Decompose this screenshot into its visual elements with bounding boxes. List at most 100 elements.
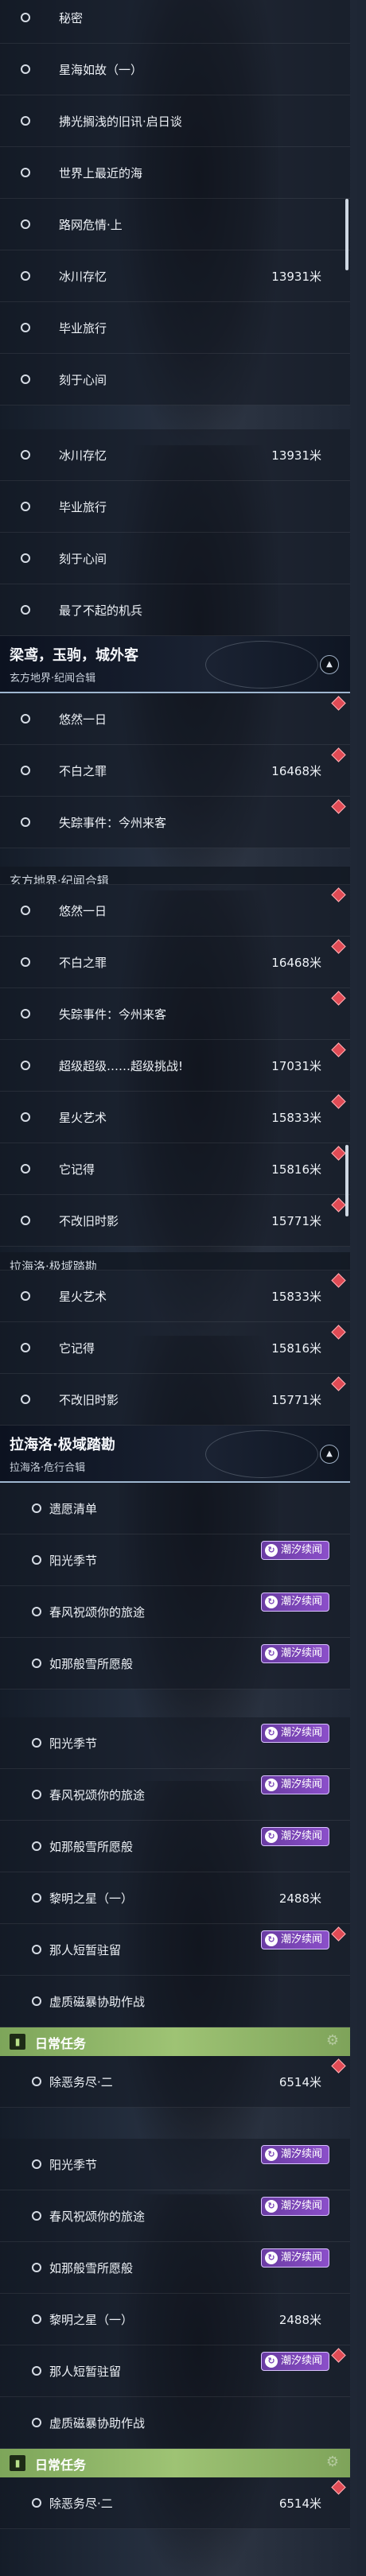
gear-icon: ⚙ xyxy=(325,2454,339,2470)
quest-row[interactable]: 遗愿清单 xyxy=(0,1483,350,1534)
quest-row[interactable]: 阳光季节 ↻ 潮汐续闻 xyxy=(0,2139,350,2190)
quest-row[interactable]: 如那般雪所愿般 ↻ 潮汐续闻 xyxy=(0,1821,350,1872)
quest-row[interactable]: 如那般雪所愿般 ↻ 潮汐续闻 xyxy=(0,2242,350,2294)
quest-row[interactable]: 除恶务尽·二 6514米 xyxy=(0,2477,350,2529)
partial-header-text: 玄方地界·纪闻合辑 xyxy=(10,874,109,885)
quest-title: 不改旧时影 xyxy=(59,1393,119,1407)
quest-group-header[interactable]: 拉海洛·极域踏勘 拉海洛·危行合辑 ▲ xyxy=(0,1426,350,1483)
quest-row[interactable]: 春风祝颂你的旅途 ↻ 潮汐续闻 xyxy=(0,1586,350,1638)
quest-row[interactable]: 世界上最近的海 xyxy=(0,147,350,199)
refresh-icon: ↻ xyxy=(264,1596,278,1608)
quest-row[interactable]: 除恶务尽·二 6514米 xyxy=(0,2056,350,2108)
badge-label: 潮汐续闻 xyxy=(280,1830,322,1842)
tracking-marker-icon xyxy=(331,696,346,711)
badge-label: 潮汐续闻 xyxy=(280,2355,322,2367)
quest-title: 它记得 xyxy=(59,1341,95,1356)
quest-status-circle-icon xyxy=(21,168,30,177)
quest-row[interactable]: 不改旧时影 15771米 xyxy=(0,1374,350,1426)
scrollbar[interactable] xyxy=(345,1145,348,1216)
quest-distance: 17031米 xyxy=(271,1059,321,1073)
quest-row[interactable]: 阳光季节 ↻ 潮汐续闻 xyxy=(0,1534,350,1586)
quest-title: 星海如故（一） xyxy=(59,63,143,77)
quest-row[interactable]: 黎明之星（一） 2488米 xyxy=(0,1872,350,1924)
quest-list-screen-3: 玄方地界·纪闻合辑 悠然一日 不白之罪 16468米 失踪事件：今州来客 超级超级……超级… xyxy=(0,867,350,1248)
badge-label: 潮汐续闻 xyxy=(280,2148,322,2160)
quest-list-screen-5: 阳光季节 ↻ 潮汐续闻 春风祝颂你的旅途 ↻ 潮汐续闻 如那般雪所愿般 ↻ 潮汐续闻 黎明之星（一… xyxy=(0,1717,350,2139)
quest-title: 虚质磁暴协助作战 xyxy=(49,2416,146,2431)
refresh-icon: ↻ xyxy=(264,1647,278,1660)
partial-header-text: 拉海洛·极域踏勘 xyxy=(10,1259,97,1271)
refresh-icon: ↻ xyxy=(264,2355,278,2368)
quest-row[interactable]: 那人短暂驻留 ↻ 潮汐续闻 xyxy=(0,1924,350,1976)
quest-distance: 13931米 xyxy=(271,270,321,284)
quest-row[interactable]: 拂光搁浅的旧讯·启日谈 xyxy=(0,95,350,147)
group-title: 梁鸢，玉驹，城外客 xyxy=(10,647,138,664)
quest-row[interactable]: 冰川存忆 13931米 xyxy=(0,250,350,302)
quest-title: 春风祝颂你的旅途 xyxy=(49,1605,146,1620)
quest-row[interactable]: 它记得 15816米 xyxy=(0,1143,350,1195)
quest-row[interactable]: 秘密 xyxy=(0,0,350,44)
quest-row[interactable]: 如那般雪所愿般 ↻ 潮汐续闻 xyxy=(0,1638,350,1690)
quest-status-circle-icon xyxy=(21,13,30,22)
quest-row[interactable]: 星海如故（一） xyxy=(0,44,350,95)
quest-status-circle-icon xyxy=(32,2314,41,2324)
daily-quests-header[interactable]: ▮ 日常任务 ⚙ xyxy=(0,2449,350,2477)
quest-row[interactable]: 失踪事件：今州来客 xyxy=(0,988,350,1040)
quest-row[interactable]: 毕业旅行 xyxy=(0,302,350,354)
quest-title: 除恶务尽·二 xyxy=(49,2075,113,2089)
badge-label: 潮汐续闻 xyxy=(280,1596,322,1608)
badge-label: 潮汐续闻 xyxy=(280,1779,322,1790)
quest-status-circle-icon xyxy=(32,2077,41,2086)
quest-row[interactable]: 路网危情·上 xyxy=(0,199,350,250)
quest-row[interactable]: 星火艺术 15833米 xyxy=(0,1092,350,1143)
quest-row[interactable]: 最了不起的机兵 xyxy=(0,584,350,636)
quest-status-circle-icon xyxy=(32,2498,41,2508)
tide-sequel-badge: ↻ 潮汐续闻 xyxy=(260,1775,329,1794)
tracking-marker-icon xyxy=(331,1325,346,1340)
partial-header: 玄方地界·纪闻合辑 xyxy=(0,867,350,885)
quest-row[interactable]: 悠然一日 xyxy=(0,693,350,745)
quest-group-header[interactable]: 梁鸢，玉驹，城外客 玄方地界·纪闻合辑 ▲ xyxy=(0,636,350,693)
quest-distance: 2488米 xyxy=(278,2313,321,2327)
collapse-button[interactable]: ▲ xyxy=(320,655,339,674)
quest-row[interactable]: 超级超级……超级挑战! 17031米 xyxy=(0,1040,350,1092)
quest-title: 阳光季节 xyxy=(49,2158,98,2172)
quest-row[interactable]: 那人短暂驻留 ↻ 潮汐续闻 xyxy=(0,2345,350,2397)
tracking-marker-icon xyxy=(331,1376,346,1391)
daily-title: 日常任务 xyxy=(35,2458,87,2473)
quest-title: 如那般雪所愿般 xyxy=(49,2261,134,2275)
quest-row[interactable]: 不白之罪 16468米 xyxy=(0,745,350,797)
quest-title: 超级超级……超级挑战! xyxy=(59,1059,184,1073)
tracking-marker-icon xyxy=(331,1273,346,1288)
quest-row[interactable]: 春风祝颂你的旅途 ↻ 潮汐续闻 xyxy=(0,1769,350,1821)
scrollbar[interactable] xyxy=(345,199,348,270)
quest-row[interactable]: 不白之罪 16468米 xyxy=(0,937,350,988)
tide-sequel-badge: ↻ 潮汐续闻 xyxy=(260,2248,329,2268)
quest-title: 黎明之星（一） xyxy=(49,1891,134,1906)
quest-row[interactable]: 虚质磁暴协助作战 xyxy=(0,1976,350,2027)
collapse-button[interactable]: ▲ xyxy=(320,1445,339,1464)
quest-status-circle-icon xyxy=(32,2159,41,2169)
quest-row[interactable]: 刻于心间 xyxy=(0,354,350,405)
tide-sequel-badge: ↻ 潮汐续闻 xyxy=(260,1644,329,1663)
quest-row[interactable]: 不改旧时影 15771米 xyxy=(0,1195,350,1247)
quest-row[interactable]: 刻于心间 xyxy=(0,533,350,584)
tide-sequel-badge: ↻ 潮汐续闻 xyxy=(260,1930,329,1949)
quest-row[interactable]: 冰川存忆 13931米 xyxy=(0,429,350,481)
quest-row[interactable]: 虚质磁暴协助作战 xyxy=(0,2397,350,2449)
quest-list-screen-6: 阳光季节 ↻ 潮汐续闻 春风祝颂你的旅途 ↻ 潮汐续闻 如那般雪所愿般 ↻ 潮汐续闻 黎明之星（一… xyxy=(0,2139,350,2576)
quest-title: 悠然一日 xyxy=(59,712,107,727)
quest-row[interactable]: 失踪事件：今州来客 xyxy=(0,797,350,848)
quest-row[interactable]: 悠然一日 xyxy=(0,885,350,937)
quest-row[interactable]: 黎明之星（一） 2488米 xyxy=(0,2294,350,2345)
quest-row[interactable]: 阳光季节 ↻ 潮汐续闻 xyxy=(0,1717,350,1769)
partial-header: 拉海洛·极域踏勘 xyxy=(0,1252,350,1271)
quest-status-circle-icon xyxy=(21,553,30,563)
daily-quests-header[interactable]: ▮ 日常任务 ⚙ xyxy=(0,2027,350,2056)
quest-status-circle-icon xyxy=(21,323,30,332)
quest-row[interactable]: 春风祝颂你的旅途 ↻ 潮汐续闻 xyxy=(0,2190,350,2242)
quest-row[interactable]: 它记得 15816米 xyxy=(0,1322,350,1374)
quest-row[interactable]: 毕业旅行 xyxy=(0,481,350,533)
badge-label: 潮汐续闻 xyxy=(280,1727,322,1739)
quest-row[interactable]: 星火艺术 15833米 xyxy=(0,1271,350,1322)
